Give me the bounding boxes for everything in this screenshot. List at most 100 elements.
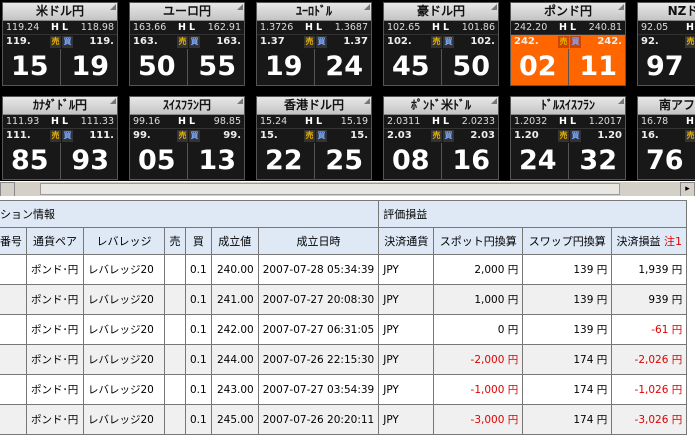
bid-pips[interactable]: 97 — [646, 49, 684, 85]
table-row[interactable]: ポンド･円 レバレッジ20 0.1 241.00 2007-07-27 20:08:30… — [0, 284, 688, 315]
low-value: 2.0233 — [461, 116, 495, 127]
high-value: 2.0311 — [387, 116, 421, 127]
bid-prefix: 119. — [6, 36, 31, 47]
scroll-right-button[interactable]: ▸ — [680, 182, 695, 197]
buy-button[interactable]: 買 — [316, 36, 327, 48]
sell-button[interactable]: 売 — [431, 130, 442, 142]
sell-button[interactable]: 売 — [177, 130, 188, 142]
tile-resize-corner-icon — [618, 4, 624, 10]
ask-pips[interactable]: 25 — [325, 143, 363, 179]
position-info-section-header: ション情報 — [0, 200, 380, 228]
bid-prefix: 2.03 — [387, 130, 412, 141]
bid-pips[interactable]: 08 — [392, 143, 430, 179]
tile-resize-corner-icon — [237, 4, 243, 10]
rate-tile[interactable]: ユーロ円 163.66 H L 162.91 163. 売買 163. 50 55 — [129, 2, 245, 86]
leverage-cell: レバレッジ20 — [83, 254, 165, 285]
col-header-price[interactable]: 成立値 — [210, 227, 259, 255]
rate-tile[interactable]: NZドル円92.05HL92.売買97 — [637, 2, 695, 86]
scroll-thumb[interactable] — [40, 183, 620, 195]
bid-pips[interactable]: 22 — [265, 143, 303, 179]
table-row[interactable]: ポンド･円 レバレッジ20 0.1 245.00 2007-07-26 20:20:11… — [0, 404, 688, 435]
ask-pips[interactable]: 50 — [452, 49, 490, 85]
ask-pips[interactable]: 32 — [579, 143, 617, 179]
sell-button[interactable]: 売 — [177, 36, 188, 48]
buy-button[interactable]: 買 — [189, 130, 200, 142]
rate-tile[interactable]: 豪ドル円 102.65 H L 101.86 102. 売買 102. 45 50 — [383, 2, 499, 86]
buy-button[interactable]: 買 — [443, 130, 454, 142]
ask-pips[interactable]: 55 — [198, 49, 236, 85]
rate-tile[interactable]: ポンド円 242.20 H L 240.81 242. 売買 242. 02 11 — [510, 2, 626, 86]
high-label: H — [559, 22, 567, 33]
col-header-datetime[interactable]: 成立日時 — [257, 227, 380, 255]
price-cell: 245.00 — [210, 404, 259, 435]
bid-pips[interactable]: 85 — [11, 143, 49, 179]
table-row[interactable]: ポンド･円 レバレッジ20 0.1 240.00 2007-07-28 05:34:39… — [0, 254, 688, 285]
ask-pips[interactable]: 16 — [452, 143, 490, 179]
high-value: 102.65 — [387, 22, 421, 33]
ask-pips[interactable]: 24 — [325, 49, 363, 85]
col-header-pnl[interactable]: 決済損益 注1 — [611, 227, 688, 255]
ask-pips[interactable]: 13 — [198, 143, 236, 179]
price-pips-row: 15 19 — [3, 49, 117, 85]
buy-button[interactable]: 買 — [62, 36, 73, 48]
buy-button[interactable]: 買 — [62, 130, 73, 142]
bid-pips[interactable]: 15 — [11, 49, 49, 85]
sell-button[interactable]: 売 — [304, 36, 315, 48]
bid-pips[interactable]: 24 — [519, 143, 557, 179]
bid-pips[interactable]: 50 — [138, 49, 176, 85]
col-header-swap[interactable]: スワップ円換算 — [522, 227, 613, 255]
rate-tile[interactable]: ﾎﾟﾝﾄﾞ米ﾄﾞﾙ 2.0311 H L 2.0233 2.03 売買 2.03 08 16 — [383, 96, 499, 180]
col-header-sell[interactable]: 売 — [164, 227, 186, 255]
bid-pips[interactable]: 45 — [392, 49, 430, 85]
buy-button[interactable]: 買 — [189, 36, 200, 48]
col-header-buy[interactable]: 買 — [185, 227, 212, 255]
bid-prefix: 92. — [641, 36, 659, 47]
rate-tile[interactable]: 南アフリカ円16.78HL16.売買76 — [637, 96, 695, 180]
col-header-currency[interactable]: 決済通貨 — [378, 227, 435, 255]
table-row[interactable]: ポンド･円 レバレッジ20 0.1 244.00 2007-07-26 22:15:30… — [0, 344, 688, 375]
col-header-number[interactable]: 番号 — [0, 227, 27, 255]
col-header-leverage[interactable]: レバレッジ — [83, 227, 165, 255]
low-value: 1.2017 — [588, 116, 622, 127]
bid-pips[interactable]: 76 — [646, 143, 684, 179]
table-row[interactable]: ポンド･円 レバレッジ20 0.1 243.00 2007-07-27 03:54:39… — [0, 374, 688, 405]
sell-button[interactable]: 売 — [304, 130, 315, 142]
bid-pips[interactable]: 02 — [519, 49, 557, 85]
buy-button[interactable]: 買 — [443, 36, 454, 48]
swap-cell: 174 円 — [522, 404, 613, 435]
rate-tile[interactable]: ｶﾅﾀﾞﾄﾞﾙ円 111.93 H L 111.33 111. 売買 111. 85 93 — [2, 96, 118, 180]
ask-pips[interactable]: 19 — [71, 49, 109, 85]
low-label: L — [189, 22, 196, 33]
ask-pips[interactable]: 93 — [71, 143, 109, 179]
horizontal-scrollbar[interactable]: ▸ — [0, 181, 695, 197]
sell-button[interactable]: 売 — [685, 130, 695, 142]
ask-pips[interactable]: 11 — [579, 49, 617, 85]
rate-tile[interactable]: 米ドル円 119.24 H L 118.98 119. 売買 119. 15 19 — [2, 2, 118, 86]
buy-button[interactable]: 買 — [570, 36, 581, 48]
pips-divider — [60, 143, 61, 179]
sell-button[interactable]: 売 — [50, 36, 61, 48]
sell-button[interactable]: 売 — [558, 36, 569, 48]
scroll-left-button[interactable] — [0, 182, 15, 197]
sell-button[interactable]: 売 — [558, 130, 569, 142]
rate-tile[interactable]: ｽｲｽﾌﾗﾝ円 99.16 H L 98.85 99. 売買 99. 05 13 — [129, 96, 245, 180]
rate-tile[interactable]: ﾕｰﾛﾄﾞﾙ 1.3726 H L 1.3687 1.37 売買 1.37 19 24 — [256, 2, 372, 86]
table-row[interactable]: ポンド･円 レバレッジ20 0.1 242.00 2007-07-27 06:31:05… — [0, 314, 688, 345]
sell-button[interactable]: 売 — [685, 36, 695, 48]
col-header-pair[interactable]: 通貨ペア — [26, 227, 84, 255]
sell-button[interactable]: 売 — [50, 130, 61, 142]
datetime-cell: 2007-07-27 06:31:05 — [257, 314, 380, 345]
buy-button[interactable]: 買 — [316, 130, 327, 142]
bid-pips[interactable]: 05 — [138, 143, 176, 179]
buy-button[interactable]: 買 — [570, 130, 581, 142]
sell-button[interactable]: 売 — [431, 36, 442, 48]
price-pips-row: 85 93 — [3, 143, 117, 179]
col-header-spot[interactable]: スポット円換算 — [433, 227, 524, 255]
rate-tile[interactable]: ﾄﾞﾙｽｲｽﾌﾗﾝ 1.2032 H L 1.2017 1.20 売買 1.20 24 32 — [510, 96, 626, 180]
note-1-link[interactable]: 注1 — [664, 235, 682, 248]
buy-amount-cell: 0.1 — [185, 344, 212, 375]
bid-pips[interactable]: 19 — [265, 49, 303, 85]
rate-tile[interactable]: 香港ドル円 15.24 H L 15.19 15. 売買 15. 22 25 — [256, 96, 372, 180]
pnl-cell: 939 円 — [611, 284, 688, 315]
high-low-row: 99.16 H L 98.85 — [130, 115, 244, 129]
